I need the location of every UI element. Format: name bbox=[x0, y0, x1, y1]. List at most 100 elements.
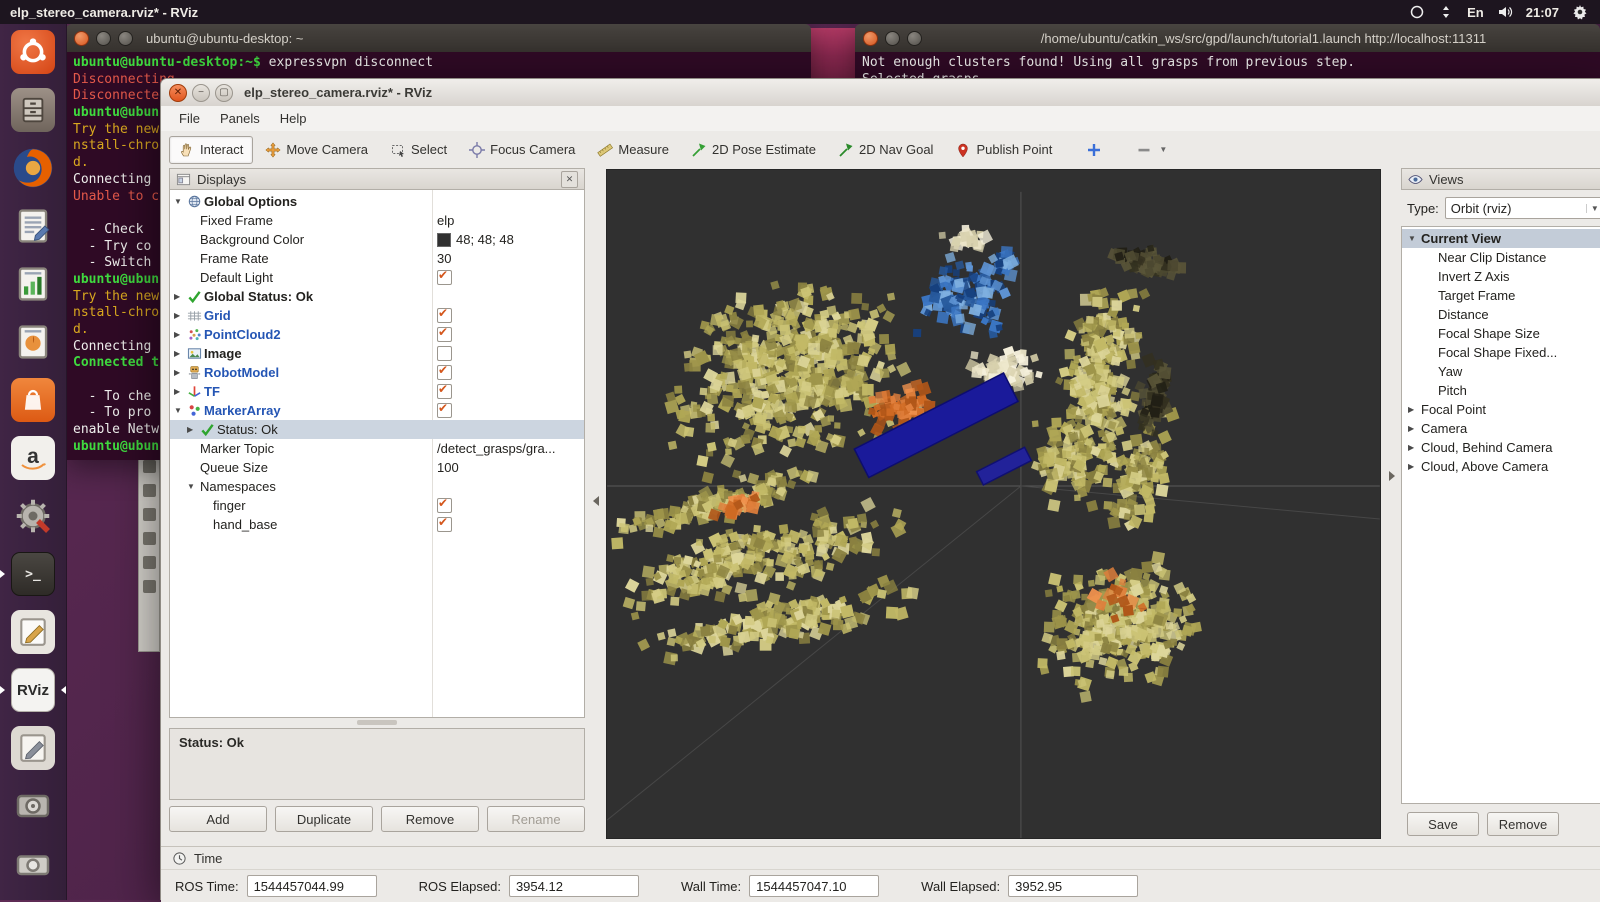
expander-icon[interactable]: ▶ bbox=[174, 311, 187, 320]
display-row-marker-topic[interactable]: Marker Topic/detect_grasps/gra... bbox=[170, 439, 584, 458]
row-value[interactable]: elp bbox=[437, 211, 454, 230]
select-tool-button[interactable]: Select bbox=[380, 136, 457, 164]
expander-icon[interactable]: ▶ bbox=[174, 330, 187, 339]
display-row-background-color[interactable]: Background Color 48; 48; 48 bbox=[170, 230, 584, 249]
display-row-global-status-ok[interactable]: ▶ Global Status: Ok bbox=[170, 287, 584, 306]
launcher-ubuntu-dash[interactable] bbox=[9, 28, 57, 76]
display-row-tf[interactable]: ▶ TF bbox=[170, 382, 584, 401]
row-value[interactable] bbox=[437, 401, 452, 420]
volume-icon[interactable] bbox=[1497, 4, 1513, 20]
minimize-icon[interactable] bbox=[885, 30, 900, 46]
time-field-input[interactable]: 1544457044.99 bbox=[246, 875, 377, 897]
displays-panel-header[interactable]: Displays ✕ bbox=[169, 168, 585, 190]
view-row-camera[interactable]: ▶ Camera bbox=[1402, 419, 1600, 438]
time-field-input[interactable]: 1544457047.10 bbox=[749, 875, 880, 897]
publish-point-tool-button[interactable]: Publish Point bbox=[945, 136, 1062, 164]
display-row-status-ok[interactable]: ▶ Status: Ok bbox=[170, 420, 584, 439]
time-field-input[interactable]: 3954.12 bbox=[508, 875, 639, 897]
close-icon[interactable] bbox=[74, 30, 89, 46]
save-button[interactable]: Save bbox=[1407, 812, 1479, 836]
row-value[interactable] bbox=[437, 382, 452, 401]
display-row-markerarray[interactable]: ▼ MarkerArray bbox=[170, 401, 584, 420]
maximize-icon[interactable]: ▢ bbox=[215, 83, 233, 102]
checkbox[interactable] bbox=[437, 382, 452, 399]
checkbox[interactable] bbox=[437, 325, 452, 342]
menu-help[interactable]: Help bbox=[270, 108, 317, 129]
view-row-distance[interactable]: Distance bbox=[1402, 305, 1600, 324]
menu-file[interactable]: File bbox=[169, 108, 210, 129]
launcher-ubuntu-software[interactable] bbox=[9, 376, 57, 424]
launcher-firefox[interactable] bbox=[9, 144, 57, 192]
row-value[interactable]: 30 bbox=[437, 249, 451, 268]
row-value[interactable] bbox=[437, 363, 452, 382]
launcher-disk-image-writer[interactable] bbox=[9, 840, 57, 888]
expander-icon[interactable]: ▶ bbox=[1408, 462, 1421, 471]
collapse-left-panel-icon[interactable] bbox=[593, 496, 599, 506]
display-row-grid[interactable]: ▶ Grid bbox=[170, 306, 584, 325]
duplicate-button[interactable]: Duplicate bbox=[275, 806, 373, 832]
launcher-gedit[interactable] bbox=[9, 608, 57, 656]
minimize-icon[interactable] bbox=[96, 30, 111, 46]
launcher-files[interactable] bbox=[9, 86, 57, 134]
display-row-hand-base[interactable]: hand_base bbox=[170, 515, 584, 534]
checkbox[interactable] bbox=[437, 346, 452, 361]
time-field-input[interactable]: 3952.95 bbox=[1008, 875, 1139, 897]
launcher-disks[interactable] bbox=[9, 782, 57, 830]
expander-icon[interactable]: ▶ bbox=[1408, 405, 1421, 414]
sync-arrows-icon[interactable] bbox=[1438, 4, 1454, 20]
expander-icon[interactable]: ▼ bbox=[174, 197, 187, 206]
close-icon[interactable]: ✕ bbox=[169, 83, 187, 102]
expander-icon[interactable]: ▶ bbox=[174, 349, 187, 358]
display-row-frame-rate[interactable]: Frame Rate 30 bbox=[170, 249, 584, 268]
measure-tool-button[interactable]: Measure bbox=[587, 136, 679, 164]
display-row-finger[interactable]: finger bbox=[170, 496, 584, 515]
keyboard-indicator[interactable]: En bbox=[1467, 5, 1484, 20]
checkbox[interactable] bbox=[437, 401, 452, 418]
rviz-titlebar[interactable]: ✕ − ▢ elp_stereo_camera.rviz* - RViz bbox=[161, 79, 1600, 107]
view-row-focal-shape-size[interactable]: Focal Shape Size bbox=[1402, 324, 1600, 343]
row-value[interactable] bbox=[437, 325, 452, 344]
launcher-terminal[interactable]: >_ bbox=[9, 550, 57, 598]
status-circle-icon[interactable] bbox=[1409, 4, 1425, 20]
move-camera-tool-button[interactable]: Move Camera bbox=[255, 136, 378, 164]
view-row-cloud-behind-camera[interactable]: ▶ Cloud, Behind Camera bbox=[1402, 438, 1600, 457]
view-row-target-frame[interactable]: Target Frame bbox=[1402, 286, 1600, 305]
view-type-combobox[interactable]: Orbit (rviz) ▼ bbox=[1444, 197, 1600, 219]
focus-camera-tool-button[interactable]: Focus Camera bbox=[459, 136, 585, 164]
expander-icon[interactable]: ▶ bbox=[1408, 424, 1421, 433]
launcher-libreoffice-calc[interactable] bbox=[9, 260, 57, 308]
expander-icon[interactable]: ▼ bbox=[1408, 234, 1421, 243]
minimize-icon[interactable]: − bbox=[192, 83, 210, 102]
launcher-amazon[interactable]: a bbox=[9, 434, 57, 482]
display-row-robotmodel[interactable]: ▶ RobotModel bbox=[170, 363, 584, 382]
checkbox[interactable] bbox=[437, 306, 452, 323]
expander-icon[interactable]: ▶ bbox=[187, 425, 200, 434]
view-row-cloud-above-camera[interactable]: ▶ Cloud, Above Camera bbox=[1402, 457, 1600, 476]
3d-viewport[interactable] bbox=[606, 169, 1381, 839]
row-value[interactable] bbox=[437, 306, 452, 325]
expander-icon[interactable]: ▶ bbox=[174, 368, 187, 377]
launcher-text-editor[interactable] bbox=[9, 724, 57, 772]
checkbox[interactable] bbox=[437, 515, 452, 532]
session-gear-icon[interactable] bbox=[1572, 4, 1588, 20]
expander-icon[interactable]: ▶ bbox=[174, 387, 187, 396]
interact-tool-button[interactable]: Interact bbox=[169, 135, 254, 164]
clock[interactable]: 21:07 bbox=[1526, 5, 1559, 20]
row-value[interactable]: 48; 48; 48 bbox=[437, 230, 514, 249]
launcher-rviz[interactable]: RViz bbox=[9, 666, 57, 714]
row-value[interactable]: 100 bbox=[437, 458, 459, 477]
view-row-invert-z-axis[interactable]: Invert Z Axis bbox=[1402, 267, 1600, 286]
expander-icon[interactable]: ▼ bbox=[174, 406, 187, 415]
add-button[interactable]: Add bbox=[169, 806, 267, 832]
launcher-libreoffice-writer[interactable] bbox=[9, 202, 57, 250]
remove-button[interactable]: Remove bbox=[1487, 812, 1559, 836]
view-row-focal-point[interactable]: ▶ Focal Point bbox=[1402, 400, 1600, 419]
close-icon[interactable]: ✕ bbox=[561, 170, 578, 188]
collapse-right-panel-icon[interactable] bbox=[1389, 471, 1395, 481]
view-row-near-clip-distance[interactable]: Near Clip Distance bbox=[1402, 248, 1600, 267]
view-row-pitch[interactable]: Pitch bbox=[1402, 381, 1600, 400]
views-panel-header[interactable]: Views bbox=[1401, 168, 1600, 190]
splitter-handle[interactable] bbox=[357, 720, 397, 725]
display-row-fixed-frame[interactable]: Fixed Frame elp bbox=[170, 211, 584, 230]
maximize-icon[interactable] bbox=[118, 30, 133, 46]
